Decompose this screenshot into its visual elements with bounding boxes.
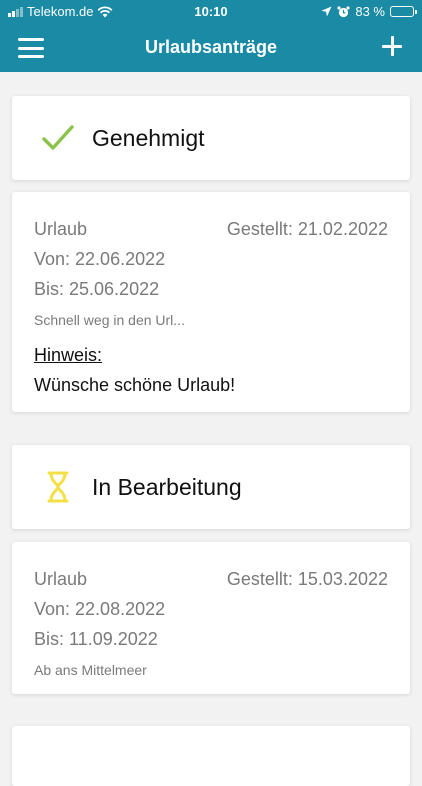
status-label: In Bearbeitung: [92, 473, 242, 500]
status-header-next: [12, 726, 410, 786]
status-bar: Telekom.de 10:10 83 %: [0, 0, 422, 24]
request-type: Urlaub: [34, 219, 88, 239]
checkmark-icon: [38, 118, 78, 158]
request-submitted-date: Gestellt: 21.02.2022: [226, 219, 388, 239]
hourglass-icon: [38, 467, 78, 507]
request-from-date: Von: 22.08.2022: [34, 599, 166, 619]
status-header-approved: Genehmigt: [12, 96, 410, 180]
alarm-icon: [337, 5, 350, 17]
request-note: Ab ans Mittelmeer: [34, 662, 147, 678]
request-type: Urlaub: [34, 569, 88, 589]
request-from-date: Von: 22.06.2022: [34, 249, 166, 269]
request-card[interactable]: Urlaub Gestellt: 15.03.2022 Von: 22.08.2…: [12, 542, 410, 694]
status-header-pending: In Bearbeitung: [12, 445, 410, 529]
hint-label: Hinweis:: [34, 345, 103, 365]
request-note: Schnell weg in den Url...: [34, 312, 185, 328]
status-bar-right: 83 %: [321, 4, 417, 19]
battery-percent: 83 %: [355, 4, 385, 19]
request-to-date: Bis: 11.09.2022: [34, 629, 158, 649]
request-card[interactable]: Urlaub Gestellt: 21.02.2022 Von: 22.06.2…: [12, 192, 410, 412]
request-to-date: Bis: 25.06.2022: [34, 279, 160, 299]
add-request-button[interactable]: [380, 34, 404, 58]
page-title: Urlaubsanträge: [144, 37, 278, 57]
location-icon: [321, 6, 332, 17]
battery-icon: [390, 6, 417, 17]
request-submitted-date: Gestellt: 15.03.2022: [226, 569, 388, 589]
hint-text: Wünsche schöne Urlaub!: [34, 375, 236, 395]
nav-bar: Urlaubsanträge: [0, 24, 422, 72]
status-label: Genehmigt: [92, 124, 205, 151]
